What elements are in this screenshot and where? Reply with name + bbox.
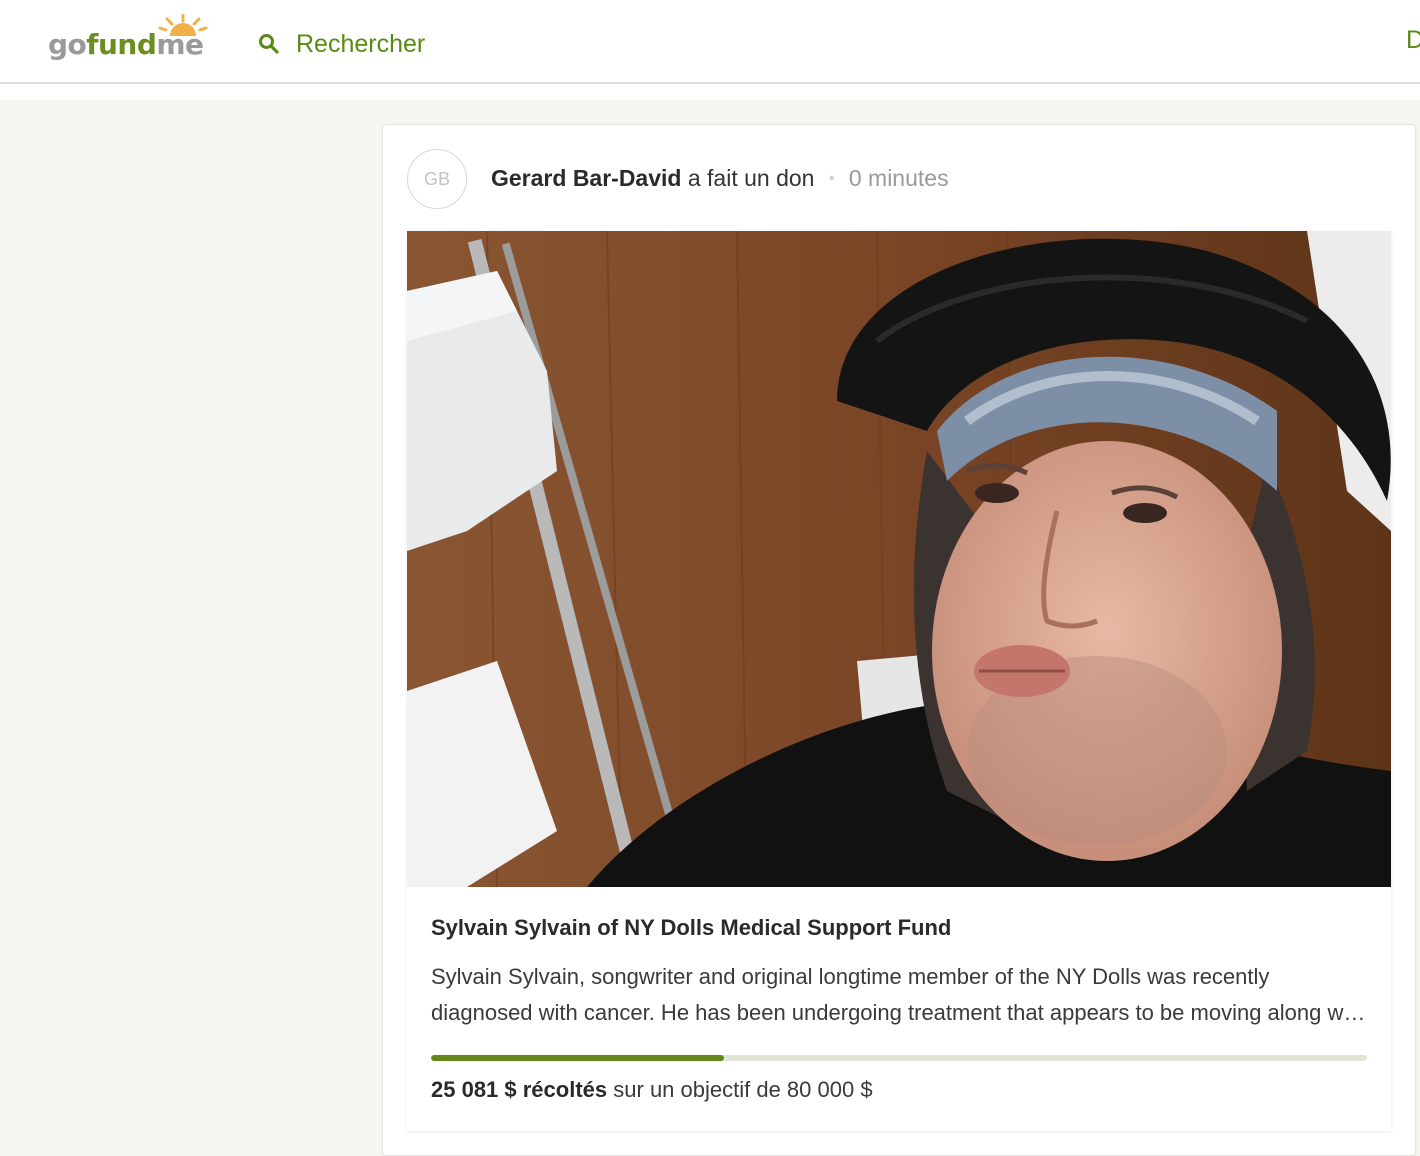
amount-raised: 25 081 $ récoltés [431, 1077, 608, 1102]
campaign-description: Sylvain Sylvain, songwriter and original… [431, 964, 1366, 1025]
logo-fund: fund [86, 28, 157, 61]
funding-progress-bar [431, 1055, 1367, 1061]
campaign-title[interactable]: Sylvain Sylvain of NY Dolls Medical Supp… [431, 915, 951, 941]
donation-feed-card: GB Gerard Bar-David a fait un don • 0 mi… [382, 124, 1416, 1156]
donation-activity-line: Gerard Bar-David a fait un don • 0 minut… [491, 165, 949, 192]
amount-goal: sur un objectif de 80 000 $ [613, 1077, 873, 1102]
header-right-link[interactable]: D [1406, 26, 1420, 55]
campaign-card[interactable]: Sylvain Sylvain of NY Dolls Medical Supp… [407, 231, 1391, 1131]
top-header: gofundme Rechercher D [0, 0, 1420, 84]
sub-header-strip [0, 84, 1420, 100]
campaign-photo[interactable] [407, 231, 1391, 887]
gofundme-logo[interactable]: gofundme [48, 14, 213, 66]
donor-name[interactable]: Gerard Bar-David [491, 165, 681, 191]
funding-progress-fill [431, 1055, 725, 1061]
search-button[interactable]: Rechercher [258, 26, 425, 62]
avatar[interactable]: GB [407, 149, 467, 209]
logo-wordmark: gofundme [48, 28, 204, 61]
separator-dot: • [828, 170, 835, 187]
logo-me: me [156, 28, 204, 61]
donation-action: a fait un don [687, 165, 815, 191]
funding-amounts: 25 081 $ récoltés sur un objectif de 80 … [431, 1077, 873, 1103]
logo-go: go [48, 28, 87, 61]
search-label: Rechercher [296, 29, 426, 58]
donation-time: 0 minutes [848, 165, 949, 191]
search-icon [259, 34, 279, 54]
